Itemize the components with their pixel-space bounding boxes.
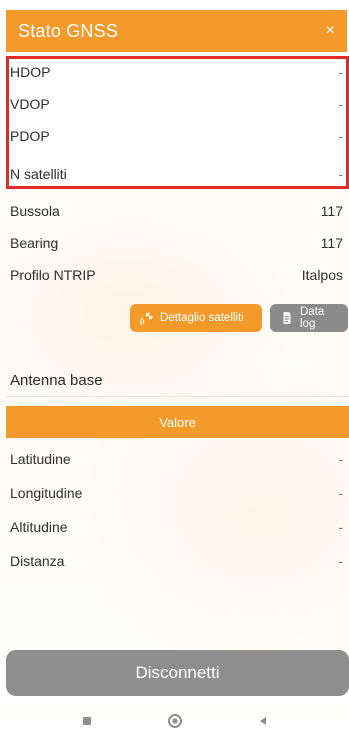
android-nav-bar bbox=[0, 708, 349, 738]
metric-row-satellites: N satelliti - bbox=[10, 160, 343, 188]
metric-row-pdop: PDOP - bbox=[10, 122, 343, 150]
satellite-icon bbox=[140, 311, 154, 325]
square-icon bbox=[81, 714, 93, 732]
data-log-label: Data log bbox=[300, 306, 325, 330]
metric-value: - bbox=[338, 128, 343, 144]
metric-label: PDOP bbox=[10, 128, 50, 144]
antenna-row-longitude: Longitudine - bbox=[10, 478, 343, 508]
close-icon[interactable]: × bbox=[316, 19, 335, 43]
antenna-value: - bbox=[338, 485, 343, 501]
metric-label: Bussola bbox=[10, 203, 60, 219]
data-log-button[interactable]: Data log bbox=[270, 304, 348, 332]
metric-row-hdop: HDOP - bbox=[10, 58, 343, 86]
antenna-section-title: Antenna base bbox=[10, 372, 103, 389]
metric-row-bearing: Bearing 117 bbox=[10, 228, 343, 258]
metric-value: - bbox=[338, 64, 343, 80]
metric-label: VDOP bbox=[10, 96, 50, 112]
antenna-label: Distanza bbox=[10, 553, 65, 569]
antenna-label: Latitudine bbox=[10, 451, 71, 467]
antenna-value: - bbox=[338, 451, 343, 467]
triangle-back-icon bbox=[257, 714, 269, 732]
metric-row-ntrip-profile: Profilo NTRIP Italpos bbox=[10, 260, 343, 290]
satellite-details-button[interactable]: Dettaglio satelliti bbox=[130, 304, 262, 332]
antenna-value: - bbox=[338, 519, 343, 535]
metric-row-vdop: VDOP - bbox=[10, 90, 343, 118]
document-icon bbox=[280, 311, 294, 325]
metric-value: - bbox=[338, 96, 343, 112]
recent-apps-button[interactable] bbox=[76, 712, 98, 734]
metric-label: Profilo NTRIP bbox=[10, 267, 96, 283]
metric-label: Bearing bbox=[10, 235, 59, 251]
metric-row-bussola: Bussola 117 bbox=[10, 196, 343, 226]
antenna-label: Longitudine bbox=[10, 485, 83, 501]
value-header: Valore bbox=[6, 406, 349, 438]
back-button[interactable] bbox=[252, 712, 274, 734]
antenna-row-altitude: Altitudine - bbox=[10, 512, 343, 542]
dialog-title: Stato GNSS bbox=[18, 20, 119, 41]
metric-value: - bbox=[338, 166, 343, 182]
antenna-value: - bbox=[338, 553, 343, 569]
metric-value: 117 bbox=[320, 203, 343, 219]
dialog-header: Stato GNSS × bbox=[6, 10, 347, 52]
antenna-row-distance: Distanza - bbox=[10, 546, 343, 576]
metric-value: Italpos bbox=[301, 267, 343, 283]
antenna-label: Altitudine bbox=[10, 519, 68, 535]
antenna-row-latitude: Latitudine - bbox=[10, 444, 343, 474]
circle-icon bbox=[167, 713, 183, 734]
disconnect-button[interactable]: Disconnetti bbox=[6, 650, 349, 696]
satellite-details-label: Dettaglio satelliti bbox=[160, 312, 244, 324]
metric-label: HDOP bbox=[10, 64, 51, 80]
home-button[interactable] bbox=[164, 712, 186, 734]
section-divider bbox=[6, 396, 349, 397]
metric-value: 117 bbox=[320, 235, 343, 251]
metric-label: N satelliti bbox=[10, 166, 67, 182]
